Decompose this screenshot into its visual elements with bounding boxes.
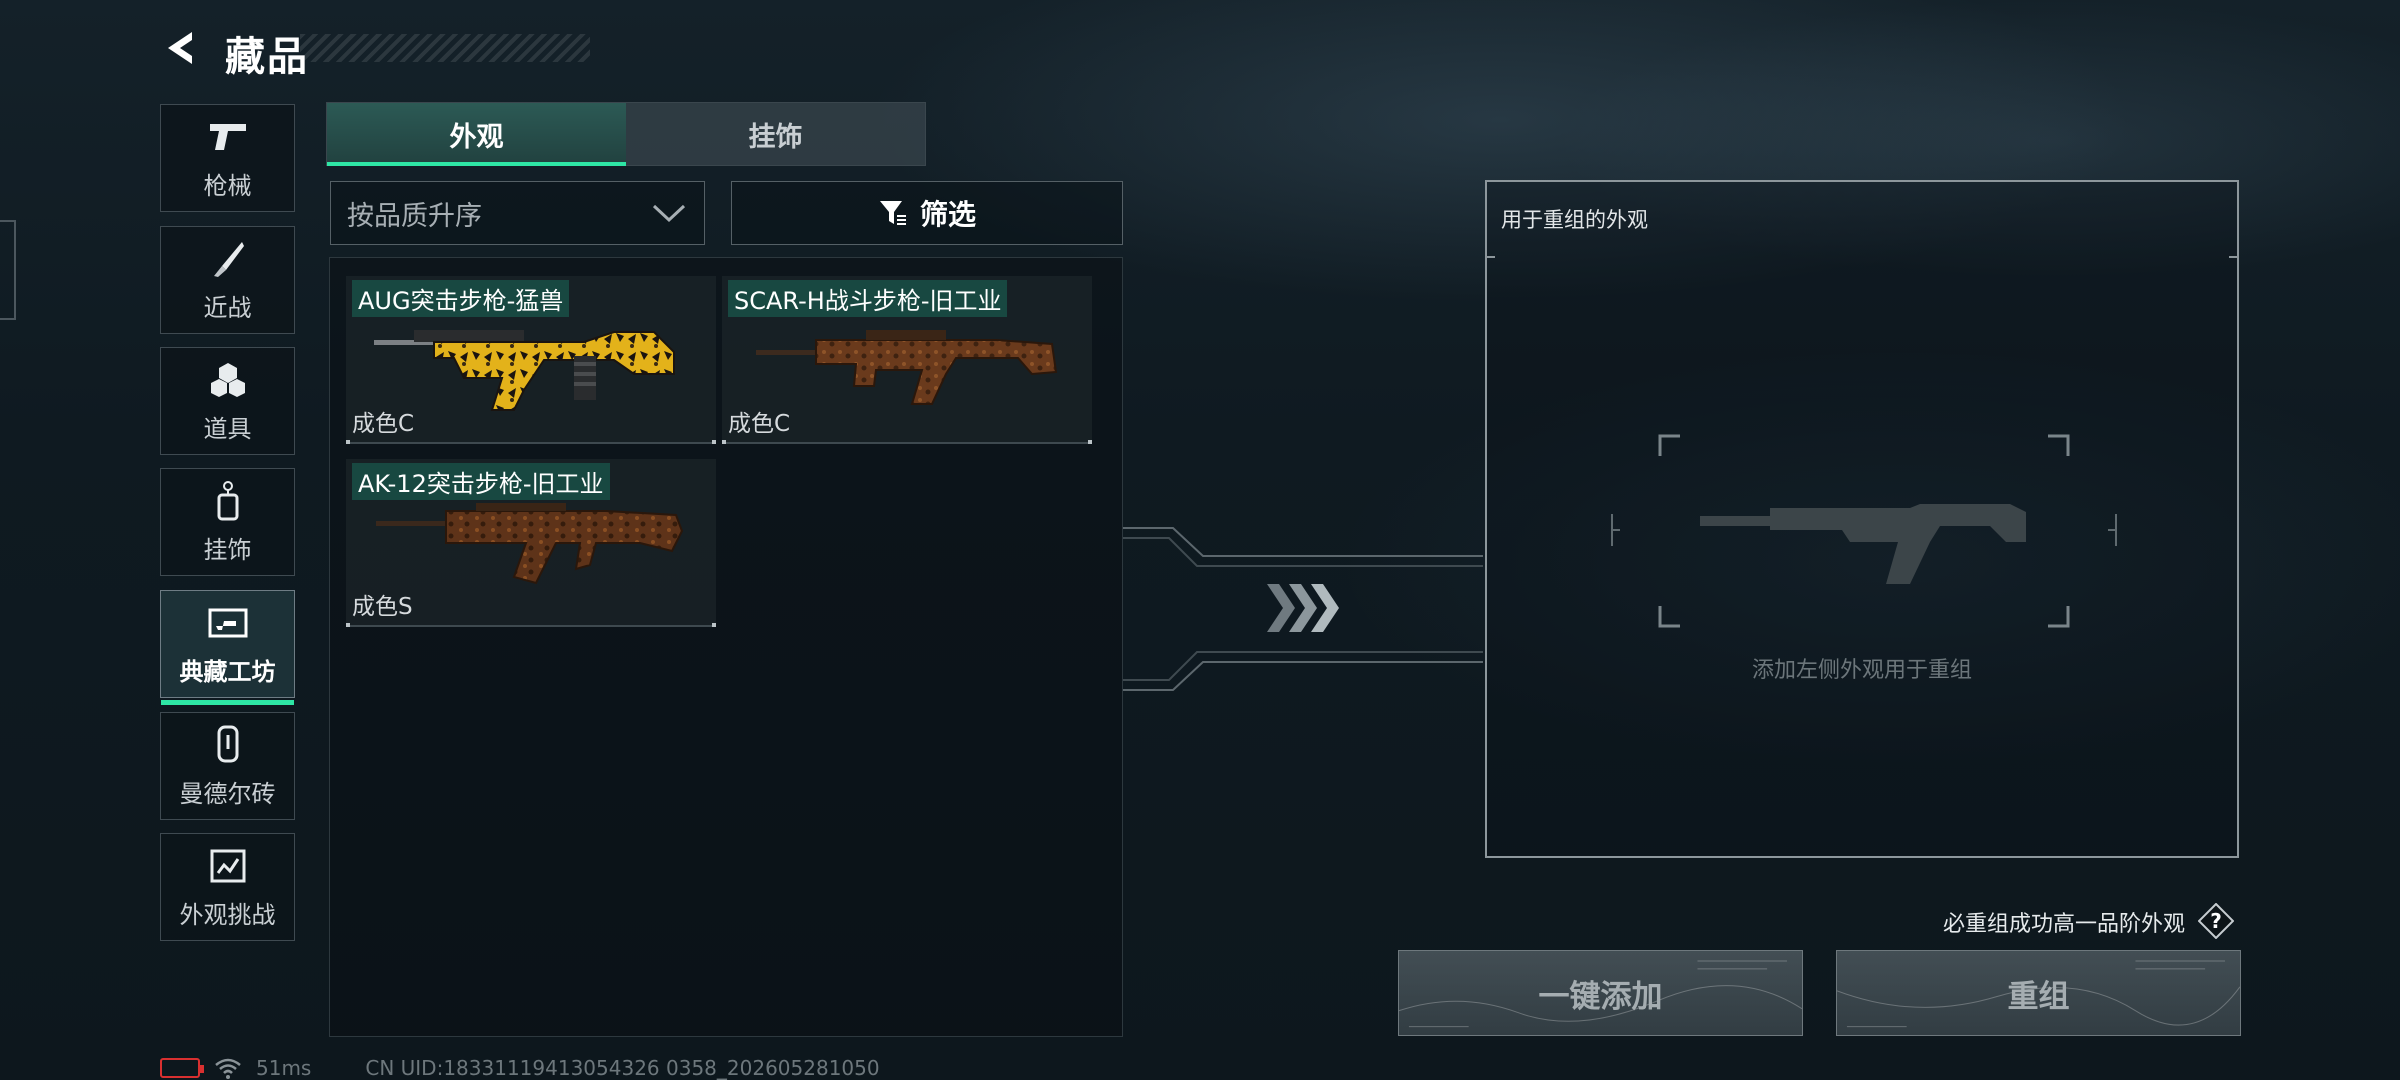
skin-name: AK-12突击步枪-旧工业: [352, 463, 610, 500]
filter-button[interactable]: 筛选: [731, 181, 1123, 245]
sort-dropdown[interactable]: 按品质升序: [330, 181, 705, 245]
page-title: 藏品: [225, 34, 309, 80]
tab-skins[interactable]: 外观: [327, 103, 626, 166]
nav-label: 近战: [203, 293, 252, 322]
category-tabs: 外观 挂饰: [326, 102, 926, 166]
charm-icon: [207, 480, 249, 522]
nav-item-workshop[interactable]: 典藏工坊: [160, 590, 295, 705]
knife-icon: [207, 238, 249, 280]
reforge-label: 重组: [2007, 978, 2070, 1015]
skin-card-scar-h[interactable]: SCAR-H战斗步枪-旧工业 成色C: [722, 276, 1092, 444]
aug-rifle-image: [374, 330, 675, 411]
battery-low-icon: [160, 1057, 204, 1078]
skin-name: AUG突击步枪-猛兽: [352, 280, 570, 317]
nav-label: 挂饰: [203, 535, 252, 564]
reforge-panel-title: 用于重组的外观: [1501, 208, 1648, 232]
nav-item-items[interactable]: 道具: [160, 347, 295, 455]
skin-grade: 成色C: [728, 411, 791, 437]
ping-value: 51ms: [256, 1055, 312, 1080]
skin-card-aug[interactable]: AUG突击步枪-猛兽 成色C: [346, 276, 716, 444]
panel-tick: [2229, 256, 2239, 258]
nav-label: 道具: [203, 414, 252, 443]
challenge-icon: [207, 845, 249, 887]
player-uid: CN UID:18331119413054326 0358_2026052810…: [365, 1055, 880, 1080]
tab-charms[interactable]: 挂饰: [626, 103, 925, 165]
nav-label: 典藏工坊: [179, 657, 276, 686]
nav-item-skin-challenge[interactable]: 外观挑战: [160, 833, 295, 941]
empty-weapon-placeholder-icon: [1611, 434, 2117, 628]
workshop-icon: [207, 602, 249, 644]
scar-h-rifle-image: [756, 330, 1058, 405]
nav-item-melee[interactable]: 近战: [160, 226, 295, 334]
pistol-icon: [207, 116, 249, 158]
sort-selected-value: 按品质升序: [347, 200, 482, 232]
back-arrow-icon: [168, 32, 192, 64]
panel-tick: [1485, 256, 1495, 258]
brick-icon: [207, 724, 249, 766]
chevron-right-icon: [1267, 584, 1339, 632]
add-all-button[interactable]: 一键添加: [1398, 950, 1803, 1036]
reforge-button[interactable]: 重组: [1836, 950, 2241, 1036]
card-underline: [346, 623, 716, 627]
nav-item-charms[interactable]: 挂饰: [160, 468, 295, 576]
add-all-label: 一键添加: [1538, 978, 1663, 1015]
status-bar: 51ms CN UID:18331119413054326 0358_20260…: [160, 1055, 880, 1080]
skin-grade: 成色S: [352, 594, 413, 620]
reforge-slot-panel[interactable]: 用于重组的外观 添加左侧外观用于重组: [1485, 180, 2239, 858]
wifi-icon: [215, 1058, 241, 1079]
skin-card-ak-12[interactable]: AK-12突击步枪-旧工业 成色S: [346, 459, 716, 627]
guarantee-notice: 必重组成功高一品阶外观: [1942, 912, 2185, 937]
nav-label: 曼德尔砖: [179, 779, 276, 808]
card-underline: [346, 440, 716, 444]
nav-label: 枪械: [203, 171, 252, 200]
skin-grade: 成色C: [352, 411, 415, 437]
skin-name: SCAR-H战斗步枪-旧工业: [728, 280, 1008, 317]
filter-label: 筛选: [919, 198, 976, 231]
help-icon[interactable]: ?: [2198, 903, 2234, 939]
ak-12-rifle-image: [376, 503, 684, 585]
title-decoration: [300, 34, 590, 62]
reforge-hint: 添加左侧外观用于重组: [1751, 658, 1972, 683]
card-underline: [722, 440, 1092, 444]
skin-grid: AUG突击步枪-猛兽 成色C SCAR-H战斗步枪-旧工业 成色C AK-12突…: [329, 257, 1123, 1037]
chevron-down-icon: [652, 204, 686, 223]
nav-item-mandel-brick[interactable]: 曼德尔砖: [160, 712, 295, 820]
side-bracket-decoration: [0, 220, 16, 320]
filter-icon: [879, 201, 906, 225]
back-button[interactable]: [158, 26, 202, 70]
grenade-icon: [207, 359, 249, 401]
nav-item-guns[interactable]: 枪械: [160, 104, 295, 212]
svg-text:?: ?: [2210, 909, 2222, 933]
nav-label: 外观挑战: [179, 900, 276, 929]
